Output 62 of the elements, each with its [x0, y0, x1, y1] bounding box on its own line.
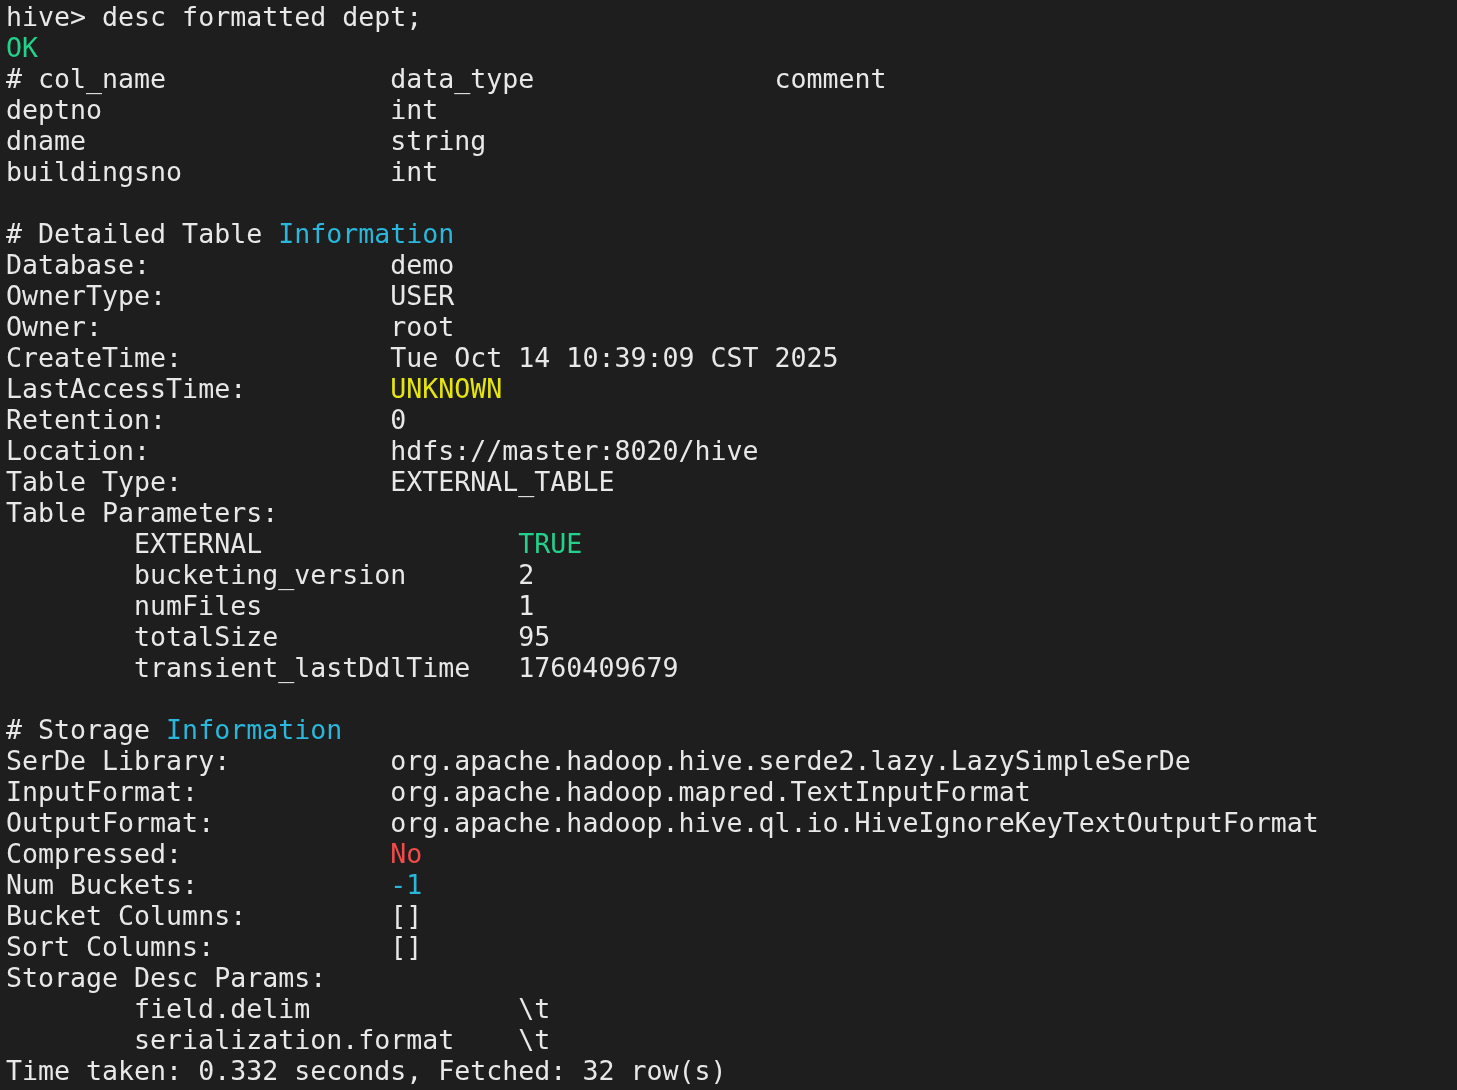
terminal-text: -1 [390, 869, 423, 900]
terminal-text: string [390, 125, 487, 156]
terminal-text: Num Buckets: [6, 869, 199, 900]
terminal-text: EXTERNAL_TABLE [390, 466, 615, 497]
terminal-text: # col_name [6, 63, 167, 94]
terminal-text: # Detailed Table [6, 218, 264, 249]
terminal-text: \t [518, 1024, 551, 1055]
terminal-text: USER [390, 280, 455, 311]
terminal-text: 0 [390, 404, 407, 435]
terminal-text: [] [390, 900, 423, 931]
terminal-text: InputFormat: [6, 776, 199, 807]
terminal-text: Sort Columns: [6, 931, 215, 962]
terminal-text: comment [774, 63, 887, 94]
terminal-text: org.apache.hadoop.hive.ql.io.HiveIgnoreKeyTextOutputFormat [390, 807, 1319, 838]
terminal-text: 1 [518, 590, 535, 621]
terminal-text: CreateTime: [6, 342, 183, 373]
terminal-text: demo [390, 249, 455, 280]
terminal-text: transient_lastDdlTime [134, 652, 471, 683]
terminal-text: [] [390, 931, 423, 962]
terminal-text: SerDe Library: [6, 745, 231, 776]
terminal-text: Compressed: [6, 838, 183, 869]
terminal-text: UNKNOWN [390, 373, 503, 404]
terminal-text: numFiles [134, 590, 263, 621]
terminal-text: 95 [518, 621, 551, 652]
terminal-text: Information [166, 714, 343, 745]
terminal-text: # Storage [6, 714, 152, 745]
terminal-text: Location: [6, 435, 151, 466]
terminal-text: Tue Oct 14 10:39:09 CST 2025 [390, 342, 839, 373]
terminal-text: buildingsno [6, 156, 183, 187]
terminal-text: TRUE [518, 528, 583, 559]
terminal-text: totalSize [134, 621, 279, 652]
terminal-text: data_type [390, 63, 535, 94]
terminal-text: Owner: [6, 311, 103, 342]
terminal-text: hive> desc formatted dept; [6, 1, 423, 32]
terminal-text: No [390, 838, 423, 869]
terminal-text: \t [518, 993, 551, 1024]
terminal-text: Information [278, 218, 455, 249]
terminal-text: int [390, 156, 439, 187]
terminal-text: int [390, 94, 439, 125]
terminal-text: LastAccessTime: [6, 373, 247, 404]
terminal-text: org.apache.hadoop.mapred.TextInputFormat [390, 776, 1031, 807]
terminal-text: 2 [518, 559, 535, 590]
terminal-text: Retention: [6, 404, 167, 435]
terminal-text: Bucket Columns: [6, 900, 247, 931]
terminal-text: 1760409679 [518, 652, 679, 683]
terminal-text: dname [6, 125, 87, 156]
terminal-text: Time taken: 0.332 seconds, Fetched: 32 row(s) [6, 1055, 727, 1086]
terminal-text: org.apache.hadoop.hive.serde2.lazy.LazySimpleSerDe [390, 745, 1191, 776]
terminal-text: field.delim [134, 993, 311, 1024]
terminal-text: bucketing_version [134, 559, 407, 590]
terminal-text: Storage Desc Params: [6, 962, 327, 993]
terminal-text: Database: [6, 249, 151, 280]
terminal-text: root [390, 311, 455, 342]
terminal-text: deptno [6, 94, 103, 125]
terminal-text: Table Type: [6, 466, 183, 497]
terminal-text: OutputFormat: [6, 807, 215, 838]
terminal-text: serialization.format [134, 1024, 455, 1055]
terminal-text: OwnerType: [6, 280, 167, 311]
terminal-text: EXTERNAL [134, 528, 263, 559]
terminal-text: Table Parameters: [6, 497, 279, 528]
terminal-text: OK [6, 32, 39, 63]
terminal-text: hdfs://master:8020/hive [390, 435, 759, 466]
